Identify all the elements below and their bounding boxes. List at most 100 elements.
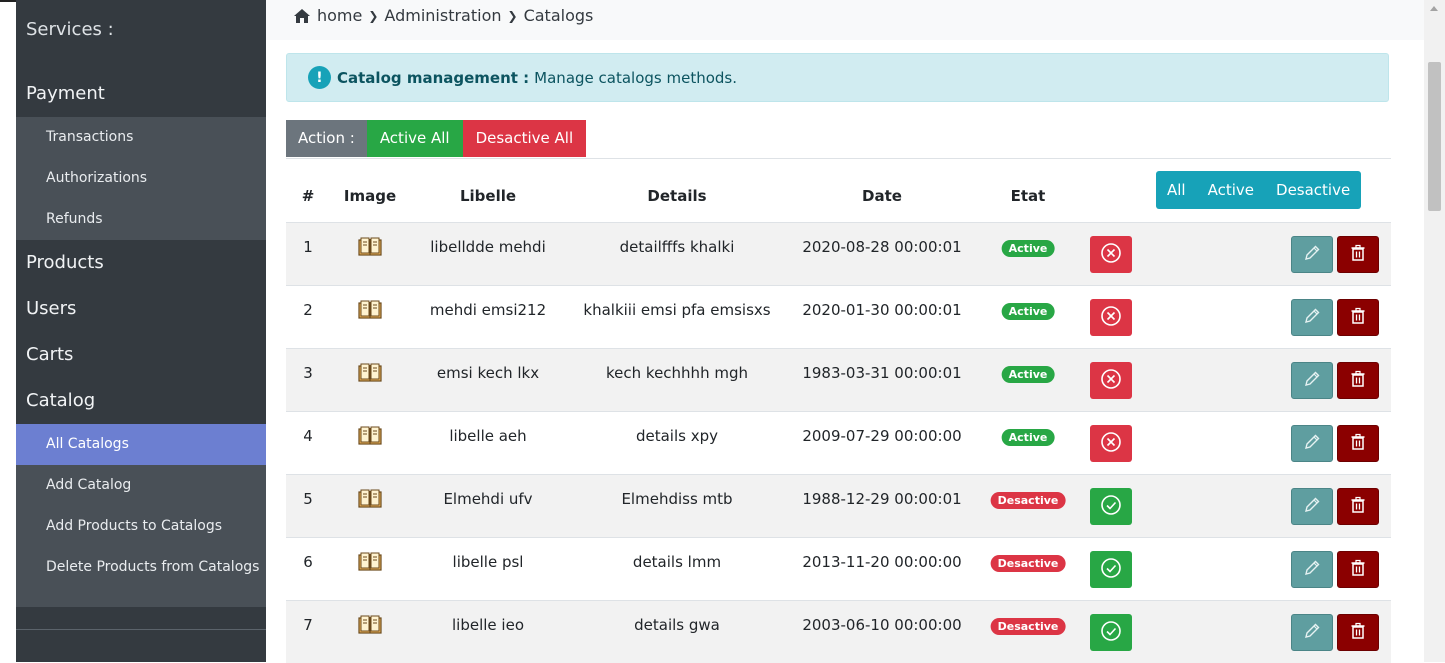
sidebar-item-add-catalog[interactable]: Add Catalog: [16, 465, 266, 506]
book-icon: [358, 237, 382, 257]
header-image: Image: [343, 187, 397, 205]
chevron-right-icon: ❯: [507, 8, 518, 23]
trash-icon: [1349, 496, 1367, 518]
table-row: 4 libelle aeh details xpy 2009-07-29 00:00:…: [286, 411, 1391, 474]
row-number: 2: [303, 301, 313, 319]
edit-button[interactable]: [1291, 614, 1333, 651]
info-alert: ! Catalog management : Manage catalogs m…: [286, 53, 1389, 102]
row-date: 2020-01-30 00:00:01: [802, 301, 962, 319]
status-badge: Active: [1001, 429, 1055, 446]
activate-button[interactable]: [1090, 551, 1132, 588]
row-date: 2003-06-10 00:00:00: [802, 616, 962, 634]
delete-button[interactable]: [1337, 551, 1379, 588]
activate-button[interactable]: [1090, 488, 1132, 525]
breadcrumb-home[interactable]: home: [317, 6, 362, 25]
row-details: khalkiii emsi pfa emsisxs: [583, 301, 771, 319]
row-date: 2020-08-28 00:00:01: [802, 238, 962, 256]
row-libelle: Elmehdi ufv: [443, 490, 533, 508]
status-badge: Desactive: [990, 492, 1066, 509]
edit-button[interactable]: [1291, 299, 1333, 336]
desactive-all-button[interactable]: Desactive All: [462, 120, 587, 157]
circle-check-icon: [1100, 620, 1122, 646]
edit-button[interactable]: [1291, 425, 1333, 462]
activate-button[interactable]: [1090, 614, 1132, 651]
scroll-up-arrow-icon[interactable]: [1430, 6, 1438, 11]
circle-x-icon: [1100, 305, 1122, 331]
header-number: #: [301, 187, 315, 205]
trash-icon: [1349, 244, 1367, 266]
row-number: 6: [303, 553, 313, 571]
sidebar-item-catalog[interactable]: Catalog: [26, 390, 95, 411]
delete-button[interactable]: [1337, 614, 1379, 651]
divider: [286, 158, 1391, 159]
scrollbar-thumb[interactable]: [1428, 62, 1441, 211]
status-filter-group: All Active Desactive: [1156, 171, 1362, 209]
row-number: 1: [303, 238, 313, 256]
sidebar-item-add-products-to-catalogs[interactable]: Add Products to Catalogs: [16, 506, 266, 547]
deactivate-button[interactable]: [1090, 236, 1132, 273]
row-libelle: libelldde mehdi: [430, 238, 546, 256]
sidebar-item-delete-products-from-catalogs[interactable]: Delete Products from Catalogs: [16, 547, 266, 607]
row-date: 2009-07-29 00:00:00: [802, 427, 962, 445]
table-row: 3 emsi kech lkx kech kechhhh mgh 1983-03-31…: [286, 348, 1391, 411]
book-icon: [358, 552, 382, 572]
bulk-action-bar: Action : Active All Desactive All: [286, 120, 587, 157]
delete-button[interactable]: [1337, 488, 1379, 525]
delete-button[interactable]: [1337, 425, 1379, 462]
table-row: 1 libelldde mehdi detailfffs khalki 2020-08…: [286, 222, 1391, 285]
row-details: details lmm: [632, 553, 722, 571]
delete-button[interactable]: [1337, 236, 1379, 273]
alert-text: Manage catalogs methods.: [534, 68, 737, 87]
filter-desactive-button[interactable]: Desactive: [1265, 171, 1361, 209]
vertical-scrollbar[interactable]: [1424, 0, 1445, 662]
delete-button[interactable]: [1337, 299, 1379, 336]
sidebar-services-label: Services :: [26, 19, 114, 40]
pencil-icon: [1303, 622, 1321, 644]
sidebar-item-all-catalogs[interactable]: All Catalogs: [16, 424, 266, 465]
row-details: kech kechhhh mgh: [606, 364, 748, 382]
circle-check-icon: [1100, 494, 1122, 520]
table-row: 7 libelle ieo details gwa 2003-06-10 00:00:…: [286, 600, 1391, 663]
breadcrumb: home ❯ Administration ❯ Catalogs: [293, 6, 593, 25]
deactivate-button[interactable]: [1090, 425, 1132, 462]
payment-submenu: Transactions Authorizations Refunds: [16, 117, 266, 240]
alert-title: Catalog management :: [337, 68, 530, 87]
row-details: Elmehdiss mtb: [621, 490, 733, 508]
breadcrumb-administration[interactable]: Administration: [384, 6, 501, 25]
exclamation-icon: !: [308, 66, 331, 89]
header-date: Date: [862, 187, 902, 205]
edit-button[interactable]: [1291, 488, 1333, 525]
home-icon[interactable]: [293, 8, 311, 24]
deactivate-button[interactable]: [1090, 362, 1132, 399]
row-libelle: mehdi emsi212: [429, 301, 547, 319]
pencil-icon: [1303, 307, 1321, 329]
sidebar-item-users[interactable]: Users: [26, 298, 76, 319]
filter-active-button[interactable]: Active: [1197, 171, 1265, 209]
filter-all-button[interactable]: All: [1156, 171, 1197, 209]
sidebar-item-transactions[interactable]: Transactions: [16, 117, 266, 158]
row-libelle: emsi kech lkx: [436, 364, 540, 382]
sidebar-item-payment[interactable]: Payment: [26, 83, 105, 104]
sidebar-item-carts[interactable]: Carts: [26, 344, 73, 365]
action-label: Action :: [286, 120, 367, 157]
edit-button[interactable]: [1291, 236, 1333, 273]
deactivate-button[interactable]: [1090, 299, 1132, 336]
sidebar-item-products[interactable]: Products: [26, 252, 104, 273]
delete-button[interactable]: [1337, 362, 1379, 399]
sidebar-item-authorizations[interactable]: Authorizations: [16, 158, 266, 199]
book-icon: [358, 300, 382, 320]
row-details: detailfffs khalki: [619, 238, 735, 256]
header-details: Details: [647, 187, 707, 205]
book-icon: [358, 426, 382, 446]
edit-button[interactable]: [1291, 362, 1333, 399]
active-all-button[interactable]: Active All: [366, 120, 463, 157]
status-badge: Active: [1001, 366, 1055, 383]
row-details: details xpy: [635, 427, 719, 445]
edit-button[interactable]: [1291, 551, 1333, 588]
book-icon: [358, 489, 382, 509]
sidebar-item-refunds[interactable]: Refunds: [16, 199, 266, 240]
row-libelle: libelle aeh: [449, 427, 527, 445]
trash-icon: [1349, 370, 1367, 392]
status-badge: Desactive: [990, 555, 1066, 572]
catalog-submenu: All Catalogs Add Catalog Add Products to…: [16, 424, 266, 607]
